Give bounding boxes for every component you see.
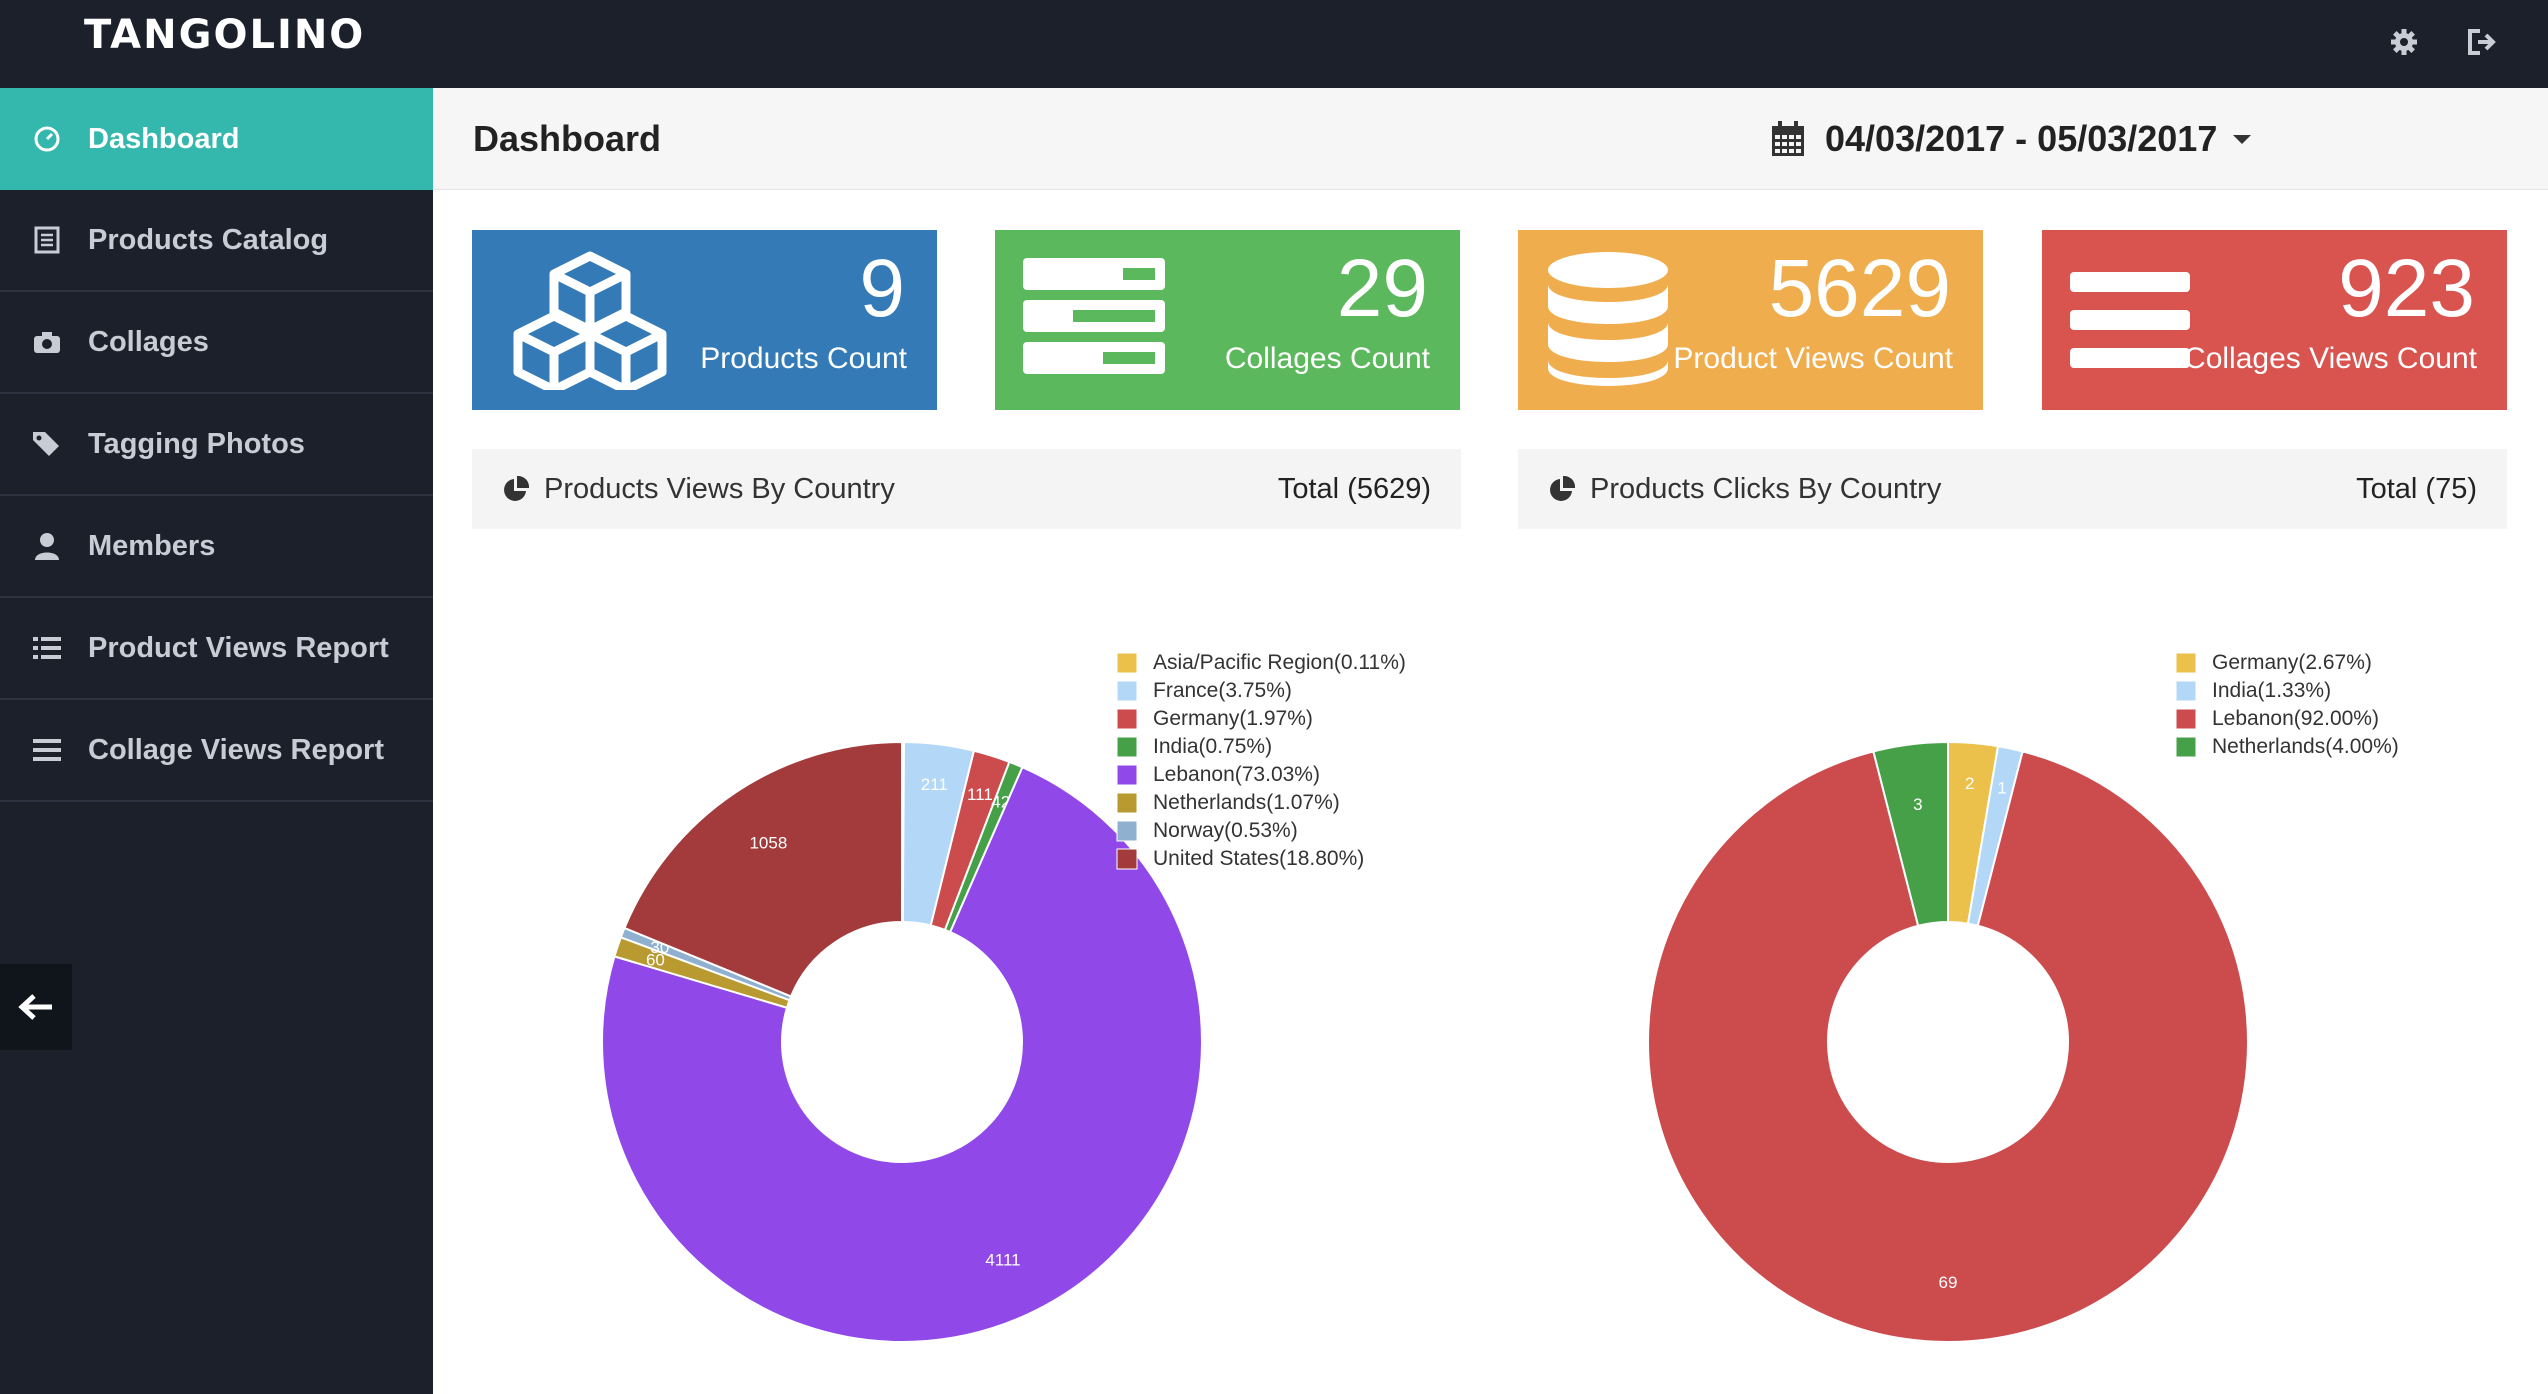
legend-swatch [2175,652,2197,674]
legend-swatch [2175,680,2197,702]
legend-entry[interactable]: Germany(2.67%) [2212,651,2372,674]
slice-data-label: 111 [967,785,993,804]
user-icon [30,529,64,563]
legend-entry[interactable]: Netherlands(4.00%) [2212,735,2399,758]
sidebar-item-product-views-report[interactable]: Product Views Report [0,598,433,700]
calendar-icon [1772,121,1804,156]
gear-icon[interactable] [2382,20,2426,64]
slice-data-label: 2 [1965,774,1974,793]
camera-icon [30,325,64,359]
date-range-picker[interactable]: 04/03/2017 - 05/03/2017 [1771,112,2252,166]
collages-count-value: 29 [1336,243,1428,334]
slice-data-label: 1 [1997,779,2006,798]
slice-data-label: 1058 [749,834,787,853]
pie-chart-icon [1550,475,1576,501]
top-bar: TANGOLINO [0,0,2548,88]
arrow-left-icon [18,994,52,1020]
page-header: Dashboard 04/03/2017 - 05/03/2017 [433,88,2548,190]
products-clicks-panel: Products Clicks By Country Total (75) 2 1… [1518,449,2507,1394]
legend-swatch [1116,820,1138,842]
sidebar-item-collages[interactable]: Collages [0,292,433,394]
collages-views-count-value: 923 [2338,243,2475,334]
legend-swatch [2175,736,2197,758]
products-views-donut-chart: 621111142411160301058Asia/Pacific Region… [601,651,1406,1343]
sidebar-item-label: Collages [88,325,209,358]
sidebar-item-members[interactable]: Members [0,496,433,598]
legend-swatch [1116,848,1138,870]
collages-views-count-label: Collages Views Count [2184,342,2477,375]
list-icon [30,631,64,665]
sidebar: Dashboard Products Catalog Collages Tagg… [0,88,433,1394]
panel-total: Total (5629) [1277,472,1431,505]
sidebar-item-label: Tagging Photos [88,427,305,460]
panel-header: Products Clicks By Country Total (75) [1518,449,2507,529]
sidebar-item-label: Collage Views Report [88,733,384,766]
legend-swatch [1116,708,1138,730]
legend-entry[interactable]: India(0.75%) [1153,735,1272,758]
product-views-count-value: 5629 [1768,243,1951,334]
slice-data-label: 3 [1913,795,1922,814]
panel-title: Products Clicks By Country [1590,472,1942,505]
pie-chart-icon [504,475,530,501]
products-clicks-donut-chart: 2 1 69 3 Germany(2.67%) India(1.33%) Lebanon(9… [1647,651,2399,1343]
panel-total: Total (75) [2356,472,2477,505]
legend-entry[interactable]: India(1.33%) [2212,679,2331,702]
sidebar-item-collage-views-report[interactable]: Collage Views Report [0,700,433,802]
collages-count-label: Collages Count [1224,342,1430,375]
chevron-down-icon [2233,134,2252,144]
slice-data-label: 69 [1939,1273,1958,1292]
products-count-value: 9 [859,243,905,334]
legend-swatch [1116,652,1138,674]
list-icon [30,733,64,767]
sidebar-item-label: Products Catalog [88,223,329,256]
main-content: Dashboard 04/03/2017 - 05/03/2017 9 Prod… [433,88,2548,1394]
collages-count-tile[interactable]: 29 Collages Count [995,230,1460,410]
sidebar-item-label: Product Views Report [88,631,389,664]
legend-entry[interactable]: Netherlands(1.07%) [1153,791,1340,814]
legend-swatch [1116,736,1138,758]
legend-entry[interactable]: Germany(1.97%) [1153,707,1313,730]
app-logo: TANGOLINO [84,12,366,58]
panel-title: Products Views By Country [544,472,895,505]
legend-swatch [1116,792,1138,814]
legend-entry[interactable]: Norway(0.53%) [1153,819,1298,842]
slice-data-label: 211 [921,775,948,794]
legend-swatch [1116,764,1138,786]
tags-icon [30,427,64,461]
legend-swatch [2175,708,2197,730]
product-views-count-label: Product Views Count [1673,342,1953,375]
legend-entry[interactable]: Lebanon(73.03%) [1153,763,1320,786]
product-views-count-tile[interactable]: 5629 Product Views Count [1518,230,1983,410]
logout-icon[interactable] [2460,20,2504,64]
sidebar-collapse-button[interactable] [0,964,72,1050]
sidebar-item-tagging-photos[interactable]: Tagging Photos [0,394,433,496]
panel-header: Products Views By Country Total (5629) [472,449,1461,529]
legend-entry[interactable]: Lebanon(92.00%) [2212,707,2379,730]
cubes-icon [513,251,667,390]
legend-swatch [1116,680,1138,702]
slice-data-label: 4111 [985,1251,1020,1270]
products-count-label: Products Count [700,342,907,375]
date-range-value: 04/03/2017 - 05/03/2017 [1825,118,2218,159]
sidebar-item-dashboard[interactable]: Dashboard [0,88,433,190]
sidebar-item-products-catalog[interactable]: Products Catalog [0,190,433,292]
dashboard-icon [30,122,64,156]
legend-entry[interactable]: France(3.75%) [1153,679,1292,702]
page-title: Dashboard [473,118,662,159]
products-count-tile[interactable]: 9 Products Count [472,230,937,410]
collages-views-count-tile[interactable]: 923 Collages Views Count [2042,230,2507,410]
legend-entry[interactable]: United States(18.80%) [1153,847,1364,870]
legend-entry[interactable]: Asia/Pacific Region(0.11%) [1153,651,1406,674]
products-views-panel: Products Views By Country Total (5629) 6… [472,449,1461,1394]
sidebar-item-label: Members [88,529,216,562]
server-icon [1023,258,1165,374]
catalog-icon [30,223,64,257]
sidebar-item-label: Dashboard [88,122,240,155]
